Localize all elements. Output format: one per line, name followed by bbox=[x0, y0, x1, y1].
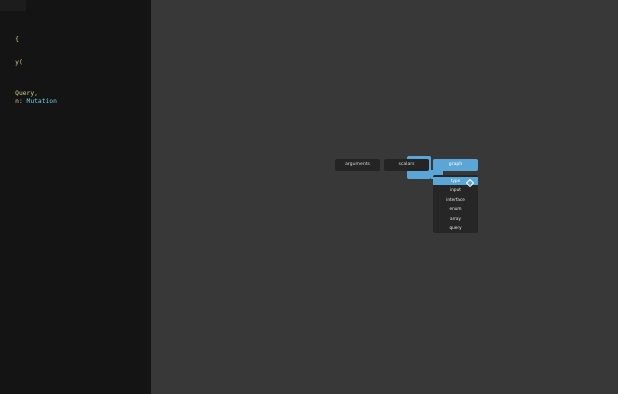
code-line-3: Query, bbox=[0, 82, 38, 97]
node-scalars[interactable]: scalars bbox=[384, 159, 429, 171]
code-type: Mutation bbox=[26, 98, 57, 105]
dropdown-item-label: array bbox=[450, 216, 461, 221]
dropdown-item-label: query bbox=[449, 225, 462, 230]
code-text: { bbox=[15, 36, 19, 43]
node-label: arguments bbox=[345, 162, 370, 167]
code-line-1: { bbox=[0, 28, 19, 43]
node-label: graph bbox=[448, 162, 463, 167]
dropdown-item-label: input bbox=[450, 187, 461, 192]
node-graph[interactable]: graph bbox=[433, 159, 478, 171]
code-line-4: n: Mutation bbox=[0, 90, 57, 105]
dropdown-item-label: type bbox=[450, 178, 461, 183]
node-label: scalars bbox=[398, 162, 415, 167]
dropdown-item-array[interactable]: array bbox=[433, 215, 478, 223]
dropdown-item-label: enum bbox=[449, 206, 462, 211]
code-line-2: y( bbox=[0, 51, 23, 66]
node-arguments[interactable]: arguments bbox=[335, 159, 380, 171]
dropdown-item-query[interactable]: query bbox=[433, 224, 478, 232]
code-text: n: bbox=[15, 98, 27, 105]
dropdown-item-interface[interactable]: interface bbox=[433, 196, 478, 204]
editor-tab[interactable] bbox=[0, 0, 26, 11]
code-editor[interactable]: { y( Query, n: Mutation bbox=[0, 0, 151, 394]
dropdown-item-input[interactable]: input bbox=[433, 186, 478, 194]
graph-canvas[interactable] bbox=[151, 0, 618, 394]
dropdown-item-label: interface bbox=[446, 197, 465, 202]
move-cursor-icon bbox=[466, 179, 474, 187]
dropdown-item-enum[interactable]: enum bbox=[433, 205, 478, 213]
code-text: y( bbox=[15, 59, 23, 66]
